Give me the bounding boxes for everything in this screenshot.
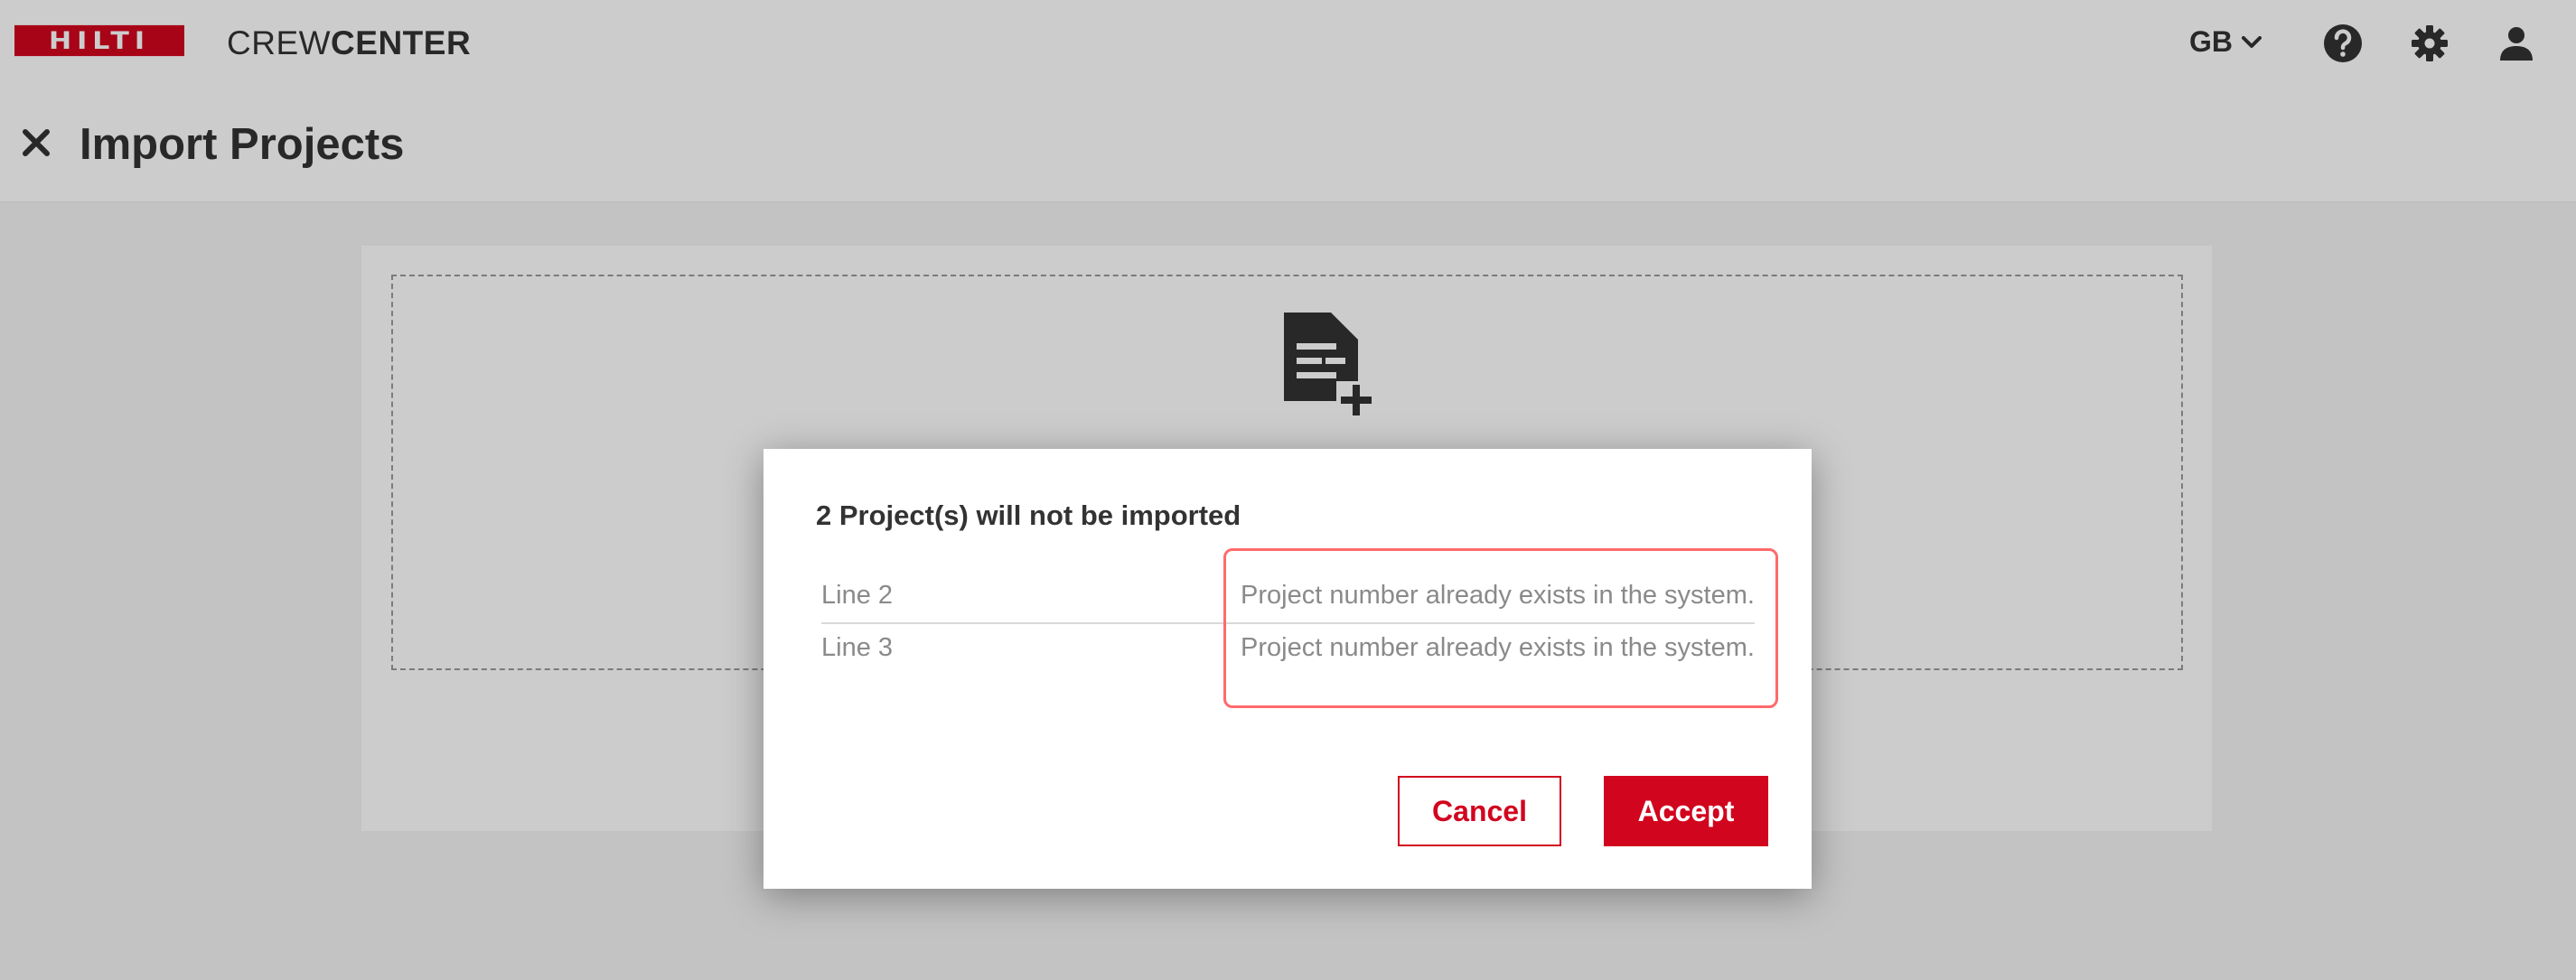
highlight-box (1223, 548, 1778, 708)
accept-button[interactable]: Accept (1604, 776, 1768, 846)
import-errors-dialog: 2 Project(s) will not be imported Line 2… (763, 449, 1812, 889)
app-root: HILTI CREWCENTER GB Import Projects 2 Pr… (0, 0, 2576, 980)
dialog-title: 2 Project(s) will not be imported (816, 499, 1241, 531)
row-line-label: Line 2 (821, 581, 894, 610)
cancel-button[interactable]: Cancel (1398, 776, 1561, 846)
row-line-label: Line 3 (821, 633, 894, 662)
